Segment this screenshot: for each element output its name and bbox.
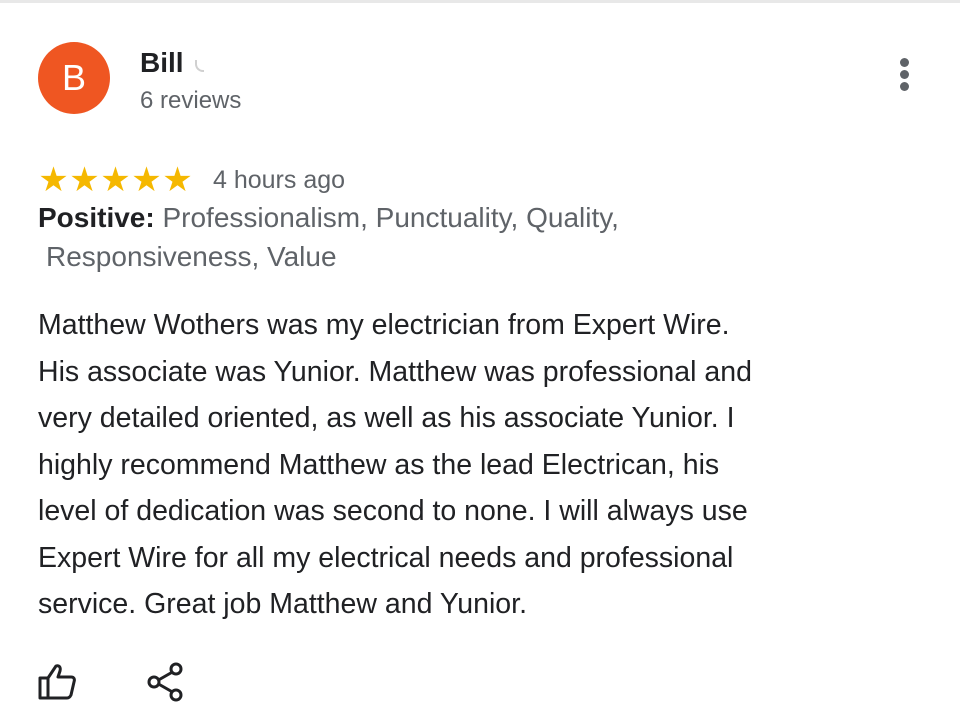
review-line: highly recommend Matthew as the lead Ele… bbox=[38, 448, 720, 481]
positive-values-line1: Professionalism, Punctuality, Quality, bbox=[154, 202, 619, 233]
review-line: level of dedication was second to none. … bbox=[38, 495, 748, 527]
more-options-button[interactable] bbox=[890, 54, 920, 94]
like-button[interactable] bbox=[36, 660, 80, 704]
positive-values-line2: Responsiveness, Value bbox=[46, 241, 337, 272]
avatar[interactable]: B bbox=[38, 42, 110, 114]
rating-row: ★ ★ ★ ★ ★ 4 hours ago bbox=[38, 160, 345, 200]
review-line: Matthew Wothers was my electrician from … bbox=[38, 309, 730, 341]
top-divider bbox=[0, 0, 960, 3]
review-line: His associate was Yunior. Matthew was pr… bbox=[38, 355, 752, 388]
review-line: Expert Wire for all my electrical needs … bbox=[38, 541, 734, 574]
star-icon: ★ bbox=[131, 161, 162, 199]
more-vert-icon bbox=[900, 58, 909, 67]
more-vert-icon-dot bbox=[900, 70, 909, 79]
review-line: very detailed oriented, as well as his a… bbox=[38, 402, 735, 434]
star-rating: ★ ★ ★ ★ ★ bbox=[38, 162, 193, 198]
more-vert-icon-dot bbox=[900, 82, 909, 91]
positive-label: Positive: bbox=[38, 202, 155, 233]
name-mark-icon bbox=[195, 60, 204, 72]
review-time: 4 hours ago bbox=[213, 165, 346, 194]
positive-attributes: Positive: Professionalism, Punctuality, … bbox=[38, 198, 758, 276]
share-button[interactable] bbox=[144, 660, 188, 704]
star-icon: ★ bbox=[162, 161, 193, 199]
star-icon: ★ bbox=[69, 161, 100, 199]
review-text: Matthew Wothers was my electrician from … bbox=[38, 302, 918, 628]
review-line: service. Great job Matthew and Yunior. bbox=[38, 588, 527, 620]
star-icon: ★ bbox=[100, 161, 131, 199]
reviewer-name[interactable]: Bill bbox=[140, 46, 184, 80]
star-icon: ★ bbox=[38, 161, 69, 199]
review-count[interactable]: 6 reviews bbox=[140, 86, 241, 116]
share-icon bbox=[147, 662, 183, 702]
thumbs-up-icon bbox=[38, 664, 76, 700]
